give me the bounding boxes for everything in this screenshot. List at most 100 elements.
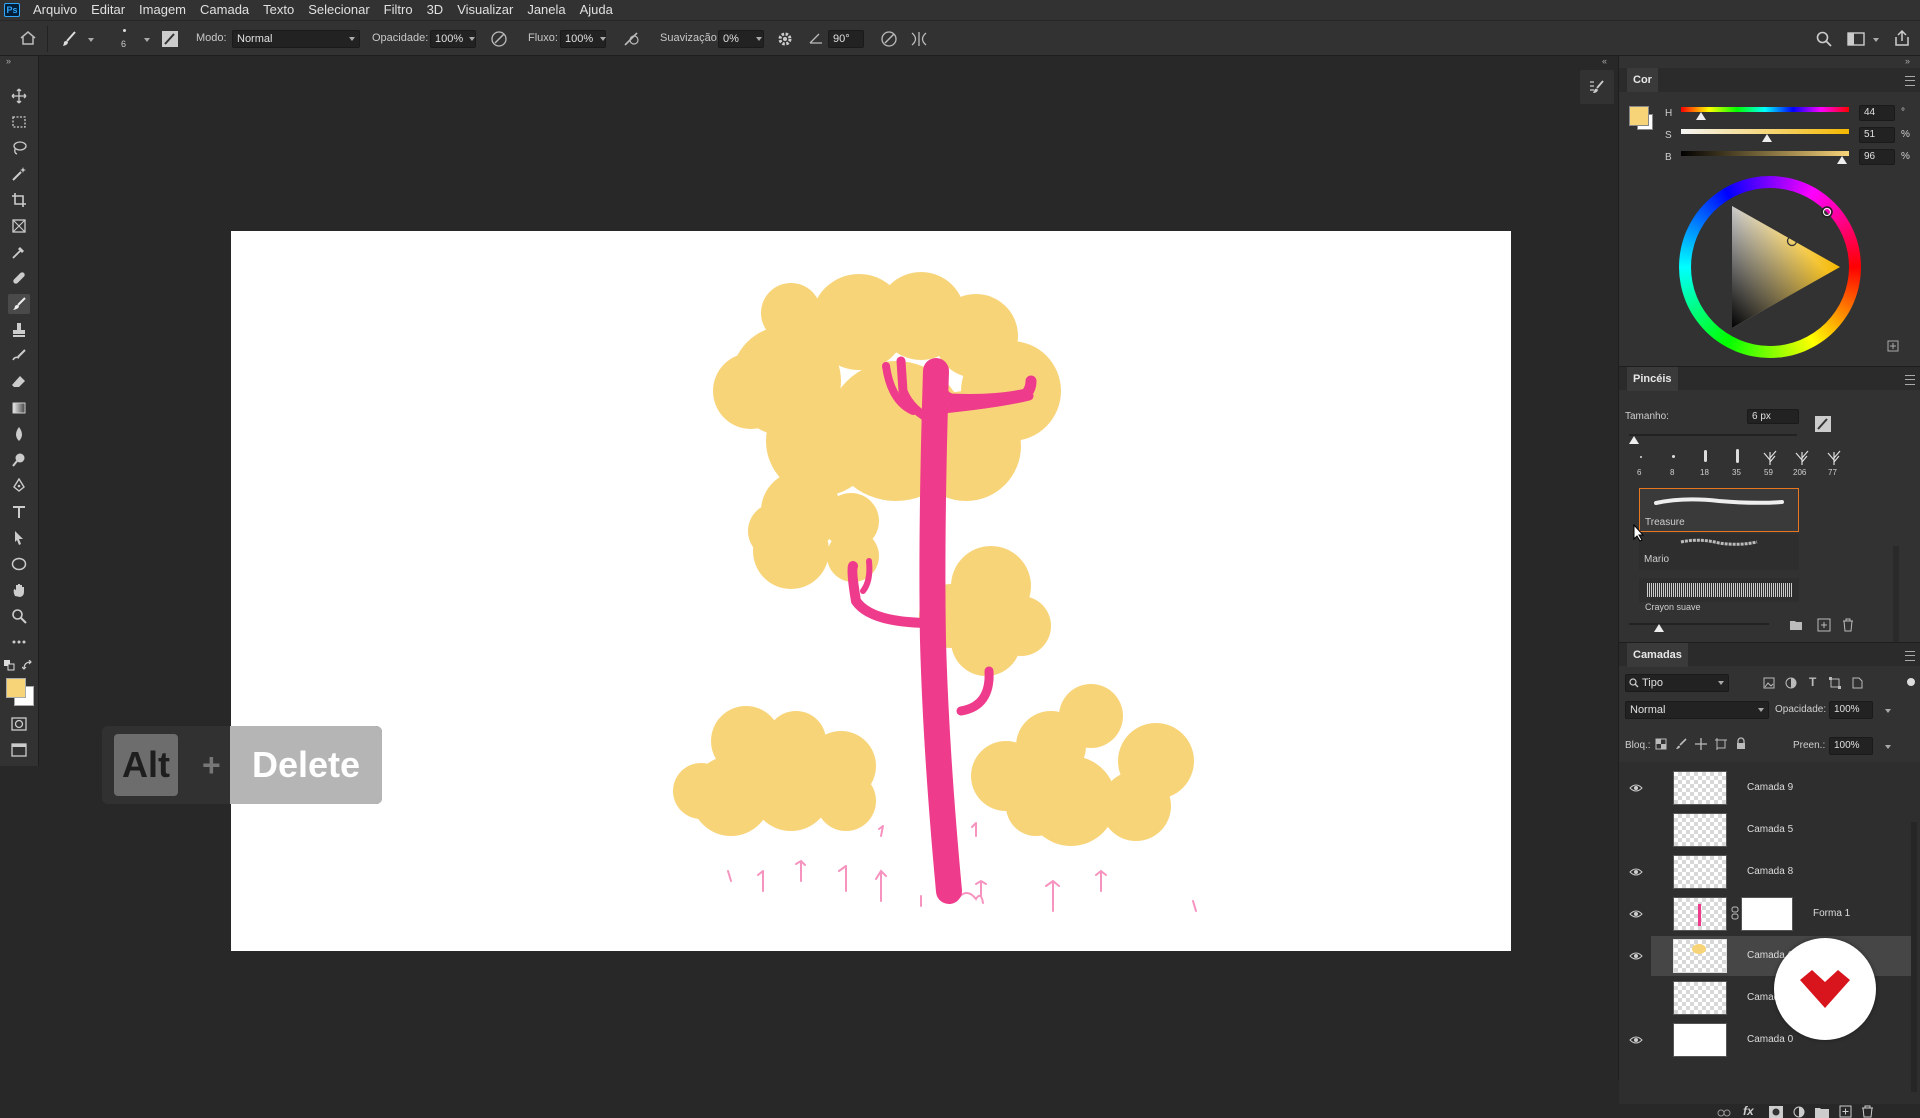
menu-selecionar[interactable]: Selecionar <box>301 0 376 20</box>
hidden-eye-slot[interactable] <box>1629 991 1643 1005</box>
tab-brushes[interactable]: Pincéis <box>1627 367 1678 391</box>
brush-size-input[interactable]: 6 px <box>1747 409 1799 424</box>
gradient-tool[interactable] <box>8 398 30 418</box>
menu-arquivo[interactable]: Arquivo <box>26 0 84 20</box>
fx-icon[interactable]: fx <box>1743 1104 1754 1118</box>
eye-icon[interactable] <box>1629 949 1643 963</box>
hand-tool[interactable] <box>8 580 30 600</box>
swap-colors-icon[interactable] <box>22 660 34 672</box>
layer-row[interactable]: Camada 9 <box>1629 768 1911 808</box>
adjustment-layer-icon[interactable] <box>1793 1106 1805 1118</box>
lock-all-icon[interactable] <box>1735 737 1747 750</box>
brush-item-treasure[interactable]: Treasure <box>1639 488 1799 532</box>
history-brush-tool[interactable] <box>8 346 30 366</box>
brush-settings-panel-button[interactable] <box>1580 70 1614 104</box>
layer-mask-thumbnail[interactable] <box>1741 897 1793 931</box>
filter-type-icon[interactable]: T <box>1809 675 1816 689</box>
mode-select[interactable]: Normal <box>232 30 360 48</box>
crop-tool[interactable] <box>8 190 30 210</box>
hue-input[interactable]: 44 <box>1859 105 1895 121</box>
workspace-icon[interactable] <box>1847 31 1865 47</box>
collapse-arrows-icon[interactable]: « <box>1602 56 1607 66</box>
layer-mask-icon[interactable] <box>1769 1106 1783 1118</box>
preview-size-thumb[interactable] <box>1654 624 1664 632</box>
filter-toggle[interactable] <box>1907 678 1915 686</box>
brush-preset-picker[interactable]: 6 <box>110 27 140 51</box>
menu-editar[interactable]: Editar <box>84 0 132 20</box>
eye-icon[interactable] <box>1629 781 1643 795</box>
link-icon[interactable] <box>1731 906 1739 920</box>
menu-texto[interactable]: Texto <box>256 0 301 20</box>
flow-dropdown-icon[interactable] <box>600 37 606 41</box>
saturation-slider-thumb[interactable] <box>1761 134 1772 142</box>
expand-icon[interactable] <box>1887 340 1899 352</box>
layer-blend-mode-select[interactable]: Normal <box>1625 701 1769 719</box>
foreground-color-swatch[interactable] <box>6 678 26 698</box>
layer-filter-select[interactable]: Tipo <box>1625 674 1729 692</box>
pressure-opacity-icon[interactable] <box>490 30 508 48</box>
foreground-swatch-front[interactable] <box>1629 106 1649 126</box>
brush-item-mario[interactable]: Mario <box>1639 534 1799 570</box>
brush-settings-icon[interactable] <box>1815 416 1831 432</box>
layer-row[interactable]: Camada 5 <box>1651 810 1911 850</box>
layer-opacity-dropdown-icon[interactable] <box>1885 709 1891 713</box>
quick-mask-icon[interactable] <box>11 716 27 732</box>
pressure-size-icon[interactable] <box>880 30 898 48</box>
brightness-input[interactable]: 96 <box>1859 149 1895 165</box>
brush-preset-206[interactable]: 206 <box>1787 448 1817 480</box>
default-colors-icon[interactable] <box>4 660 16 672</box>
filter-pixel-icon[interactable] <box>1763 677 1775 689</box>
collapse-arrows-icon[interactable]: » <box>6 56 11 66</box>
layer-fill-dropdown-icon[interactable] <box>1885 745 1891 749</box>
color-wheel[interactable] <box>1679 176 1861 358</box>
zoom-tool[interactable] <box>8 606 30 626</box>
brush-picker-dropdown-icon[interactable] <box>144 38 150 42</box>
new-group-icon[interactable] <box>1815 1106 1829 1118</box>
brush-list-scrollbar[interactable] <box>1893 546 1899 646</box>
lasso-tool[interactable] <box>8 138 30 158</box>
layer-row[interactable]: Camada 0 <box>1629 1020 1911 1060</box>
dodge-tool[interactable] <box>8 450 30 470</box>
angle-input[interactable]: 90° <box>828 30 864 48</box>
tab-layers[interactable]: Camadas <box>1627 643 1688 667</box>
folder-icon[interactable] <box>1789 618 1803 632</box>
brush-preset-8[interactable]: 8 <box>1659 448 1689 480</box>
ellipse-tool[interactable] <box>8 554 30 574</box>
hidden-eye-slot[interactable] <box>1629 823 1643 837</box>
filter-shape-icon[interactable] <box>1829 677 1841 689</box>
menu-ajuda[interactable]: Ajuda <box>573 0 620 20</box>
menu-imagem[interactable]: Imagem <box>132 0 193 20</box>
eye-icon[interactable] <box>1629 865 1643 879</box>
gear-icon[interactable] <box>776 30 794 48</box>
brush-size-slider[interactable] <box>1629 434 1797 436</box>
menu-3d[interactable]: 3D <box>420 0 451 20</box>
preview-size-slider[interactable] <box>1629 623 1769 625</box>
layer-opacity-input[interactable]: 100% <box>1829 701 1873 719</box>
home-icon[interactable] <box>19 30 37 46</box>
panel-menu-icon[interactable] <box>1905 651 1915 661</box>
panel-menu-icon[interactable] <box>1905 76 1915 86</box>
eye-icon[interactable] <box>1629 907 1643 921</box>
path-selection-tool[interactable] <box>8 528 30 548</box>
collapse-arrows-icon[interactable]: » <box>1905 56 1910 66</box>
new-layer-icon[interactable] <box>1839 1105 1852 1118</box>
marquee-tool[interactable] <box>8 112 30 132</box>
smoothing-dropdown-icon[interactable] <box>756 37 762 41</box>
brush-preset-59[interactable]: 59 <box>1755 448 1785 480</box>
more-tools-button[interactable] <box>8 632 30 652</box>
blur-tool[interactable] <box>8 424 30 444</box>
search-icon[interactable] <box>1815 30 1833 48</box>
menu-janela[interactable]: Janela <box>520 0 572 20</box>
filter-smart-object-icon[interactable] <box>1851 677 1863 689</box>
hue-slider-thumb[interactable] <box>1696 112 1707 120</box>
brush-tool-icon[interactable] <box>60 30 78 48</box>
frame-tool[interactable] <box>8 216 30 236</box>
brush-size-slider-thumb[interactable] <box>1629 436 1639 444</box>
type-tool[interactable] <box>8 502 30 522</box>
filter-adjustment-icon[interactable] <box>1785 677 1797 689</box>
opacity-dropdown-icon[interactable] <box>469 37 475 41</box>
brightness-slider-thumb[interactable] <box>1837 156 1848 164</box>
magic-wand-tool[interactable] <box>8 164 30 184</box>
document-canvas[interactable] <box>231 231 1511 951</box>
healing-brush-tool[interactable] <box>8 268 30 288</box>
